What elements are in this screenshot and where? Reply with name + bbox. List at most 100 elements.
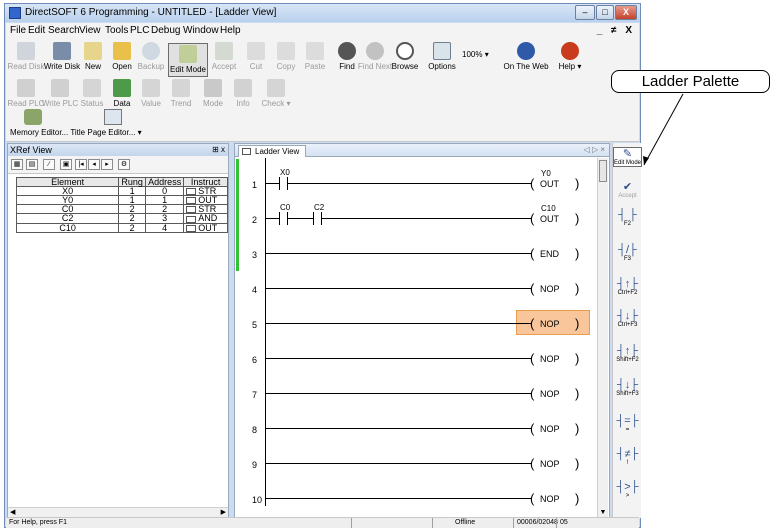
palette-edit-mode-button[interactable]: ✎ Edit Mode [613,147,642,167]
coil-instruction[interactable]: OUT [540,179,559,189]
contact[interactable]: C2 [313,203,324,225]
palette-label: F2 [623,221,631,227]
palette-label: ! [626,460,629,466]
palette---button[interactable]: ┤≠├! [613,448,642,466]
coil-instruction[interactable]: NOP [540,389,560,399]
menu-plc[interactable]: PLC [130,25,149,36]
coil-instruction[interactable]: OUT [540,214,559,224]
rung-6[interactable]: 6 (NOP) [241,333,591,368]
coil-instruction[interactable]: NOP [540,494,560,504]
help-button[interactable]: Help ▾ [552,42,588,71]
check-button[interactable]: Check ▾ [256,79,296,108]
xref-row[interactable]: C0 2 2 STR [15,204,228,215]
memory-title-editors[interactable]: Memory Editor... Title Page Editor... ▾ [10,128,142,137]
palette-ctrl-f2-button[interactable]: ┤↑├ Ctrl+F2 [613,278,642,296]
palette---button[interactable]: ┤>├ > [613,481,642,499]
xref-toolbar: ▦ ▤ ∕ ▣ |◂ ◂ ▸ ⚙ [8,156,228,174]
xref-pin-close[interactable]: ⊞ x [212,144,225,156]
mode-button[interactable]: Mode [196,79,230,108]
coil-instruction[interactable]: NOP [540,424,560,434]
rung-10[interactable]: 10 (NOP) [241,473,591,506]
minimize-button[interactable]: – [575,5,595,20]
backup-button[interactable]: Backup [134,42,168,71]
scroll-left-icon[interactable]: ◀ [10,508,15,516]
tab-ladder-view[interactable]: Ladder View [238,145,307,157]
rung-8[interactable]: 8 (NOP) [241,403,591,438]
read-disk-button[interactable]: Read Disk [6,42,46,71]
maximize-button[interactable]: □ [596,5,614,20]
xref-h-scrollbar[interactable]: ◀ ▶ [8,507,228,517]
scroll-down-icon[interactable]: ▼ [598,509,608,516]
tab-nav-controls[interactable]: ◁ ▷ × [584,145,605,154]
info-button[interactable]: Info [226,79,260,108]
rung-3[interactable]: 3 (END) [241,228,591,263]
coil-close: ) [575,176,580,191]
coil-instruction[interactable]: NOP [540,459,560,469]
coil-instruction[interactable]: END [540,249,559,259]
xref-row[interactable]: C2 2 3 AND [15,213,228,224]
xref-row[interactable]: Y0 1 1 OUT [15,195,228,206]
rung-7[interactable]: 7 (NOP) [241,368,591,403]
rung-4[interactable]: 4 (NOP) [241,263,591,298]
accept-button[interactable]: Accept [207,42,241,71]
palette-shift-f2-button[interactable]: ┤↑├ Shift+F2 [613,345,642,363]
value-button[interactable]: Value [134,79,168,108]
status-button[interactable]: Status [75,79,109,108]
menu-window[interactable]: Window [183,25,219,36]
palette-accept-button[interactable]: ✔ Accept [613,181,642,199]
menu-tools[interactable]: Tools [105,25,128,36]
menu-search[interactable]: Search [48,25,80,36]
xref-next-icon[interactable]: ▸ [101,159,113,170]
xref-list-icon[interactable]: ▤ [26,159,38,170]
scroll-right-icon[interactable]: ▶ [221,508,226,516]
options-button[interactable]: Options [424,42,460,71]
xref-view-icon[interactable]: ▦ [11,159,23,170]
menu-edit[interactable]: Edit [28,25,45,36]
write-plc-button[interactable]: Write PLC [40,79,80,108]
browse-button[interactable]: Browse [387,42,423,71]
ladder-v-scrollbar[interactable]: ▼ [597,158,608,518]
rung-5[interactable]: 5 (NOP) [241,298,591,335]
menu-debug[interactable]: Debug [151,25,180,36]
contact[interactable]: X0 [279,168,290,190]
xref-row[interactable]: C10 2 4 OUT [15,222,228,233]
coil-open: ( [530,316,535,331]
contact[interactable]: C0 [279,203,290,225]
xref-print-icon[interactable]: ▣ [60,159,72,170]
xref-settings-icon[interactable]: ⚙ [118,159,130,170]
coil-instruction[interactable]: NOP [540,319,560,329]
palette-f3-button[interactable]: ┤/├ F3 [613,244,642,262]
palette---button[interactable]: ┤=├ = [613,415,642,433]
edit-mode-button[interactable]: Edit Mode [168,43,208,77]
scroll-thumb[interactable] [599,160,607,182]
menu-view[interactable]: View [79,25,101,36]
paste-button[interactable]: Paste [298,42,332,71]
palette-shift-f3-button[interactable]: ┤↓├ Shift+F3 [613,379,642,397]
xref-row[interactable]: X0 1 0 STR [15,185,228,197]
coil-instruction[interactable]: NOP [540,354,560,364]
coil-open: ( [530,176,535,191]
mdi-controls[interactable]: _ ≠ X [597,25,635,36]
xref-edit-icon[interactable]: ∕ [43,159,55,170]
palette-glyph-icon: ┤=├ [616,415,639,427]
xref-view-panel: XRef View ⊞ x ▦ ▤ ∕ ▣ |◂ ◂ ▸ ⚙ Element Ru… [7,143,229,518]
palette-ctrl-f3-button[interactable]: ┤↓├ Ctrl+F3 [613,310,642,328]
xref-cell-rung: 2 [118,222,147,233]
rung-wire [266,428,531,429]
xref-prev-icon[interactable]: ◂ [88,159,100,170]
ladder-rungs[interactable]: 1 X0(Y0 OUT) 2 C0 C2(C10 OUT) 3(END) 4(NOP) 5(NOP… [241,158,591,506]
menu-file[interactable]: File [10,25,26,36]
zoom-select[interactable]: 100% ▾ [462,50,500,64]
trend-button[interactable]: Trend [164,79,198,108]
menu-help[interactable]: Help [220,25,241,36]
coil-close: ) [575,316,580,331]
rung-9[interactable]: 9 (NOP) [241,438,591,473]
coil-instruction[interactable]: NOP [540,284,560,294]
rung-2[interactable]: 2 C0 C2 (C10 OUT) [241,193,591,228]
xref-first-icon[interactable]: |◂ [75,159,87,170]
palette-f2-button[interactable]: ┤ ├ F2 [613,209,642,227]
cut-button[interactable]: Cut [239,42,273,71]
rung-1[interactable]: 1 X0 (Y0 OUT) [241,158,591,193]
on-the-web-button[interactable]: On The Web [502,42,550,71]
close-button[interactable]: X [615,5,637,20]
